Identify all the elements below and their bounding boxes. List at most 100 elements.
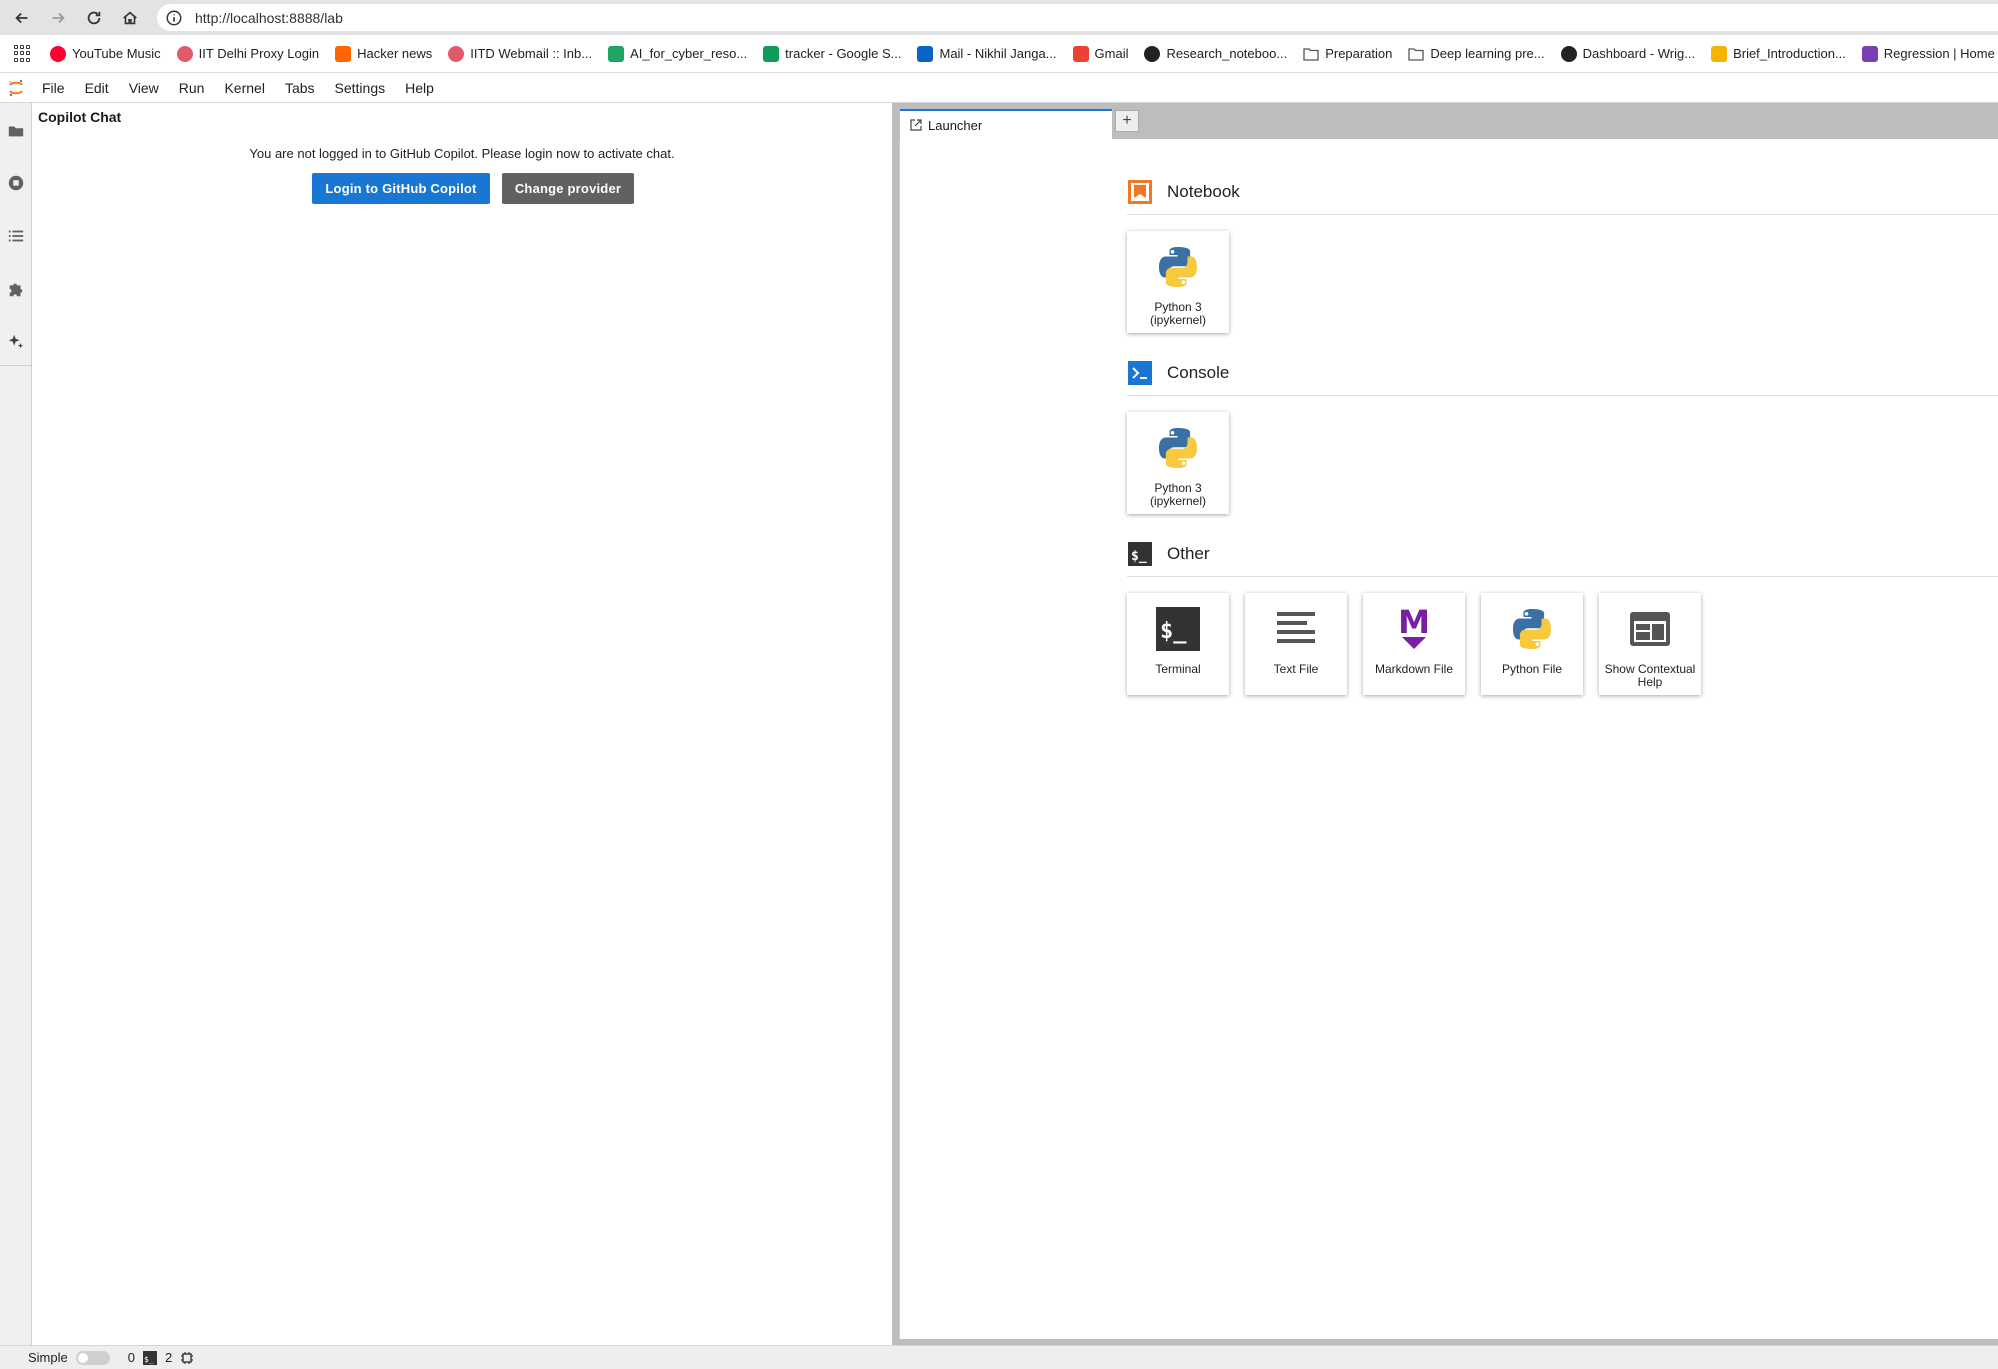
- console-icon: [1127, 360, 1153, 386]
- bookmark-label: IIT Delhi Proxy Login: [198, 46, 320, 61]
- file-browser-tab[interactable]: [0, 111, 32, 151]
- markdown-file-card[interactable]: M Markdown File: [1363, 593, 1465, 695]
- bookmark-item[interactable]: Hacker news: [335, 45, 433, 62]
- tab-bar: Launcher +: [899, 103, 1998, 139]
- svg-text:$_: $_: [144, 1355, 154, 1364]
- panel-splitter[interactable]: [892, 103, 899, 1345]
- reload-button[interactable]: [76, 0, 112, 35]
- console-python3-card[interactable]: Python 3 (ipykernel): [1127, 412, 1229, 514]
- browser-toolbar: http://localhost:8888/lab: [0, 0, 1998, 35]
- other-terminal-icon: $_: [1127, 541, 1153, 567]
- bookmark-label: Dashboard - Wrig...: [1582, 46, 1696, 61]
- bookmark-label: Brief_Introduction...: [1733, 46, 1846, 61]
- console-section-title: Console: [1167, 363, 1230, 382]
- slides-icon: [1711, 45, 1728, 62]
- kernel-status-icon: [181, 1351, 194, 1364]
- bookmark-item[interactable]: IIT Delhi Proxy Login: [176, 45, 320, 62]
- notebook-section-title: Notebook: [1167, 182, 1240, 201]
- bookmark-item[interactable]: Mail - Nikhil Janga...: [917, 45, 1057, 62]
- login-message: You are not logged in to GitHub Copilot.…: [249, 146, 675, 161]
- table-of-contents-tab[interactable]: [0, 216, 32, 256]
- home-icon: [123, 11, 137, 24]
- login-github-copilot-button[interactable]: Login to GitHub Copilot: [312, 173, 490, 204]
- home-button[interactable]: [112, 0, 148, 35]
- bookmark-item[interactable]: Brief_Introduction...: [1711, 45, 1846, 62]
- arrow-left-icon: [15, 12, 28, 23]
- menu-help[interactable]: Help: [395, 80, 444, 96]
- simple-mode-toggle[interactable]: [75, 1350, 110, 1365]
- folder-icon: [8, 126, 24, 137]
- menu-tabs[interactable]: Tabs: [275, 80, 325, 96]
- bookmark-label: Gmail: [1094, 46, 1129, 61]
- notebook-section: Notebook Python 3 (ipykernel): [1127, 178, 1998, 333]
- bookmark-item[interactable]: tracker - Google S...: [763, 45, 901, 62]
- github-icon: [1144, 45, 1161, 62]
- svg-text:$_: $_: [1160, 619, 1187, 644]
- bookmark-item[interactable]: Research_noteboo...: [1144, 45, 1288, 62]
- google-drive-icon: [608, 45, 625, 62]
- card-label: Show Contextual Help: [1604, 662, 1696, 689]
- terminal-status-icon: $_: [142, 1350, 157, 1365]
- bookmark-item[interactable]: Gmail: [1072, 45, 1129, 62]
- back-button[interactable]: [4, 0, 40, 35]
- menu-settings[interactable]: Settings: [325, 80, 396, 96]
- sparkle-icon: [8, 334, 24, 349]
- other-section: $_ Other $_ Terminal Text File M Markdow…: [1127, 540, 1998, 695]
- svg-text:M: M: [1398, 605, 1430, 641]
- python-logo-icon: [1504, 601, 1560, 657]
- tab-launcher[interactable]: Launcher: [900, 109, 1112, 139]
- bookmark-item[interactable]: Deep learning pre...: [1408, 46, 1545, 62]
- bookmark-item[interactable]: YouTube Music: [50, 45, 161, 62]
- menu-run[interactable]: Run: [169, 80, 215, 96]
- notebook-icon: [1127, 179, 1153, 205]
- main-dock-area: Launcher + Notebook Python 3 (ipykernel): [899, 103, 1998, 1345]
- url-text: http://localhost:8888/lab: [195, 9, 343, 26]
- simple-mode-label: Simple: [28, 1350, 68, 1365]
- text-file-card[interactable]: Text File: [1245, 593, 1347, 695]
- running-kernels-tab[interactable]: [0, 163, 32, 203]
- notebook-python3-card[interactable]: Python 3 (ipykernel): [1127, 231, 1229, 333]
- tab-label: Launcher: [928, 117, 983, 133]
- terminal-count[interactable]: 0: [128, 1350, 135, 1365]
- contextual-help-card[interactable]: Show Contextual Help: [1599, 593, 1701, 695]
- bookmark-label: Mail - Nikhil Janga...: [939, 46, 1057, 61]
- bookmark-label: Research_noteboo...: [1166, 46, 1288, 61]
- menu-view[interactable]: View: [119, 80, 169, 96]
- card-label: Python 3 (ipykernel): [1149, 300, 1206, 327]
- svg-text:$_: $_: [1131, 549, 1147, 564]
- bookmark-label: Regression | Home: [1883, 46, 1995, 61]
- card-label: Python 3 (ipykernel): [1149, 481, 1206, 508]
- kernel-count[interactable]: 2: [165, 1350, 172, 1365]
- launch-icon: [910, 119, 922, 131]
- copilot-actions: Login to GitHub Copilot Change provider: [32, 173, 892, 204]
- copilot-chat-title: Copilot Chat: [38, 109, 122, 125]
- forward-button[interactable]: [40, 0, 76, 35]
- extension-manager-tab[interactable]: [0, 269, 32, 309]
- menu-edit[interactable]: Edit: [75, 80, 119, 96]
- terminal-icon: $_: [1150, 601, 1206, 657]
- markdown-icon: M: [1386, 601, 1442, 657]
- python-file-card[interactable]: Python File: [1481, 593, 1583, 695]
- bookmark-item[interactable]: IITD Webmail :: Inb...: [448, 45, 592, 62]
- bookmark-item[interactable]: AI_for_cyber_reso...: [608, 45, 747, 62]
- bookmark-item[interactable]: Preparation: [1303, 46, 1392, 62]
- copilot-chat-tab[interactable]: [0, 322, 32, 362]
- webmail-icon: [448, 45, 465, 62]
- bookmark-label: Hacker news: [357, 46, 433, 61]
- menu-file[interactable]: File: [32, 80, 75, 96]
- other-section-title: Other: [1167, 544, 1210, 563]
- puzzle-icon: [9, 283, 23, 297]
- apps-grid-icon[interactable]: [14, 44, 30, 63]
- site-info-icon[interactable]: [165, 9, 183, 27]
- jupyter-logo-icon: [0, 74, 32, 103]
- menu-kernel[interactable]: Kernel: [214, 80, 274, 96]
- status-bar: Simple 0 $_ 2: [0, 1345, 1998, 1369]
- card-label: Markdown File: [1374, 662, 1454, 676]
- bookmark-item[interactable]: Regression | Home: [1861, 45, 1995, 62]
- new-launcher-button[interactable]: +: [1115, 110, 1139, 132]
- change-provider-button[interactable]: Change provider: [502, 173, 634, 204]
- address-bar[interactable]: http://localhost:8888/lab: [157, 4, 1998, 31]
- bookmark-label: Preparation: [1325, 46, 1393, 61]
- terminal-card[interactable]: $_ Terminal: [1127, 593, 1229, 695]
- bookmark-item[interactable]: Dashboard - Wrig...: [1560, 45, 1696, 62]
